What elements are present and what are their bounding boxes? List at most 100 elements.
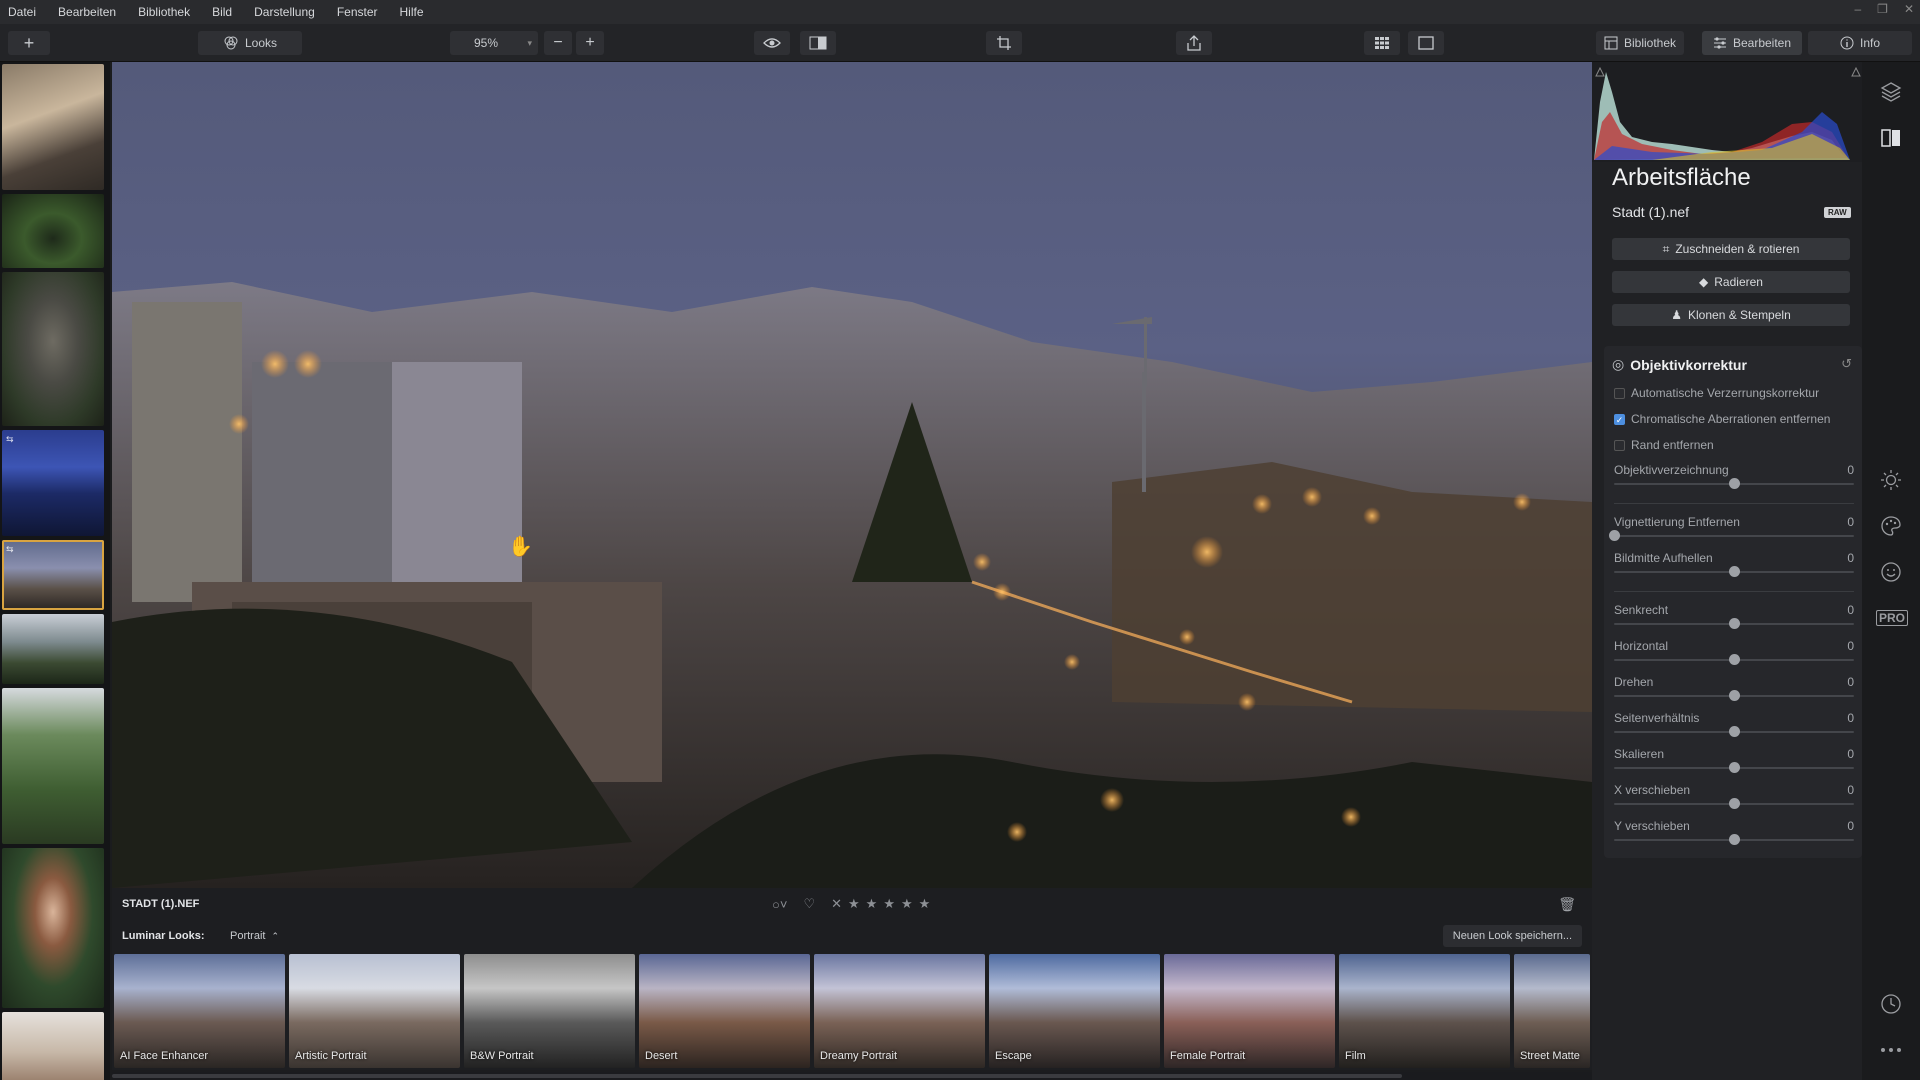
filmstrip-thumb[interactable]: [2, 64, 104, 190]
checkbox-box-checked[interactable]: ✓: [1614, 413, 1625, 425]
filmstrip-thumb[interactable]: [2, 614, 104, 684]
menu-view[interactable]: Darstellung: [254, 5, 315, 19]
slider-lens-distortion[interactable]: Objektivverzeichnung 0: [1614, 463, 1854, 495]
look-thumb[interactable]: B&W Portrait: [464, 954, 635, 1068]
look-thumb[interactable]: Desert: [639, 954, 810, 1068]
histogram: [1592, 62, 1862, 162]
slider-x-offset[interactable]: X verschieben 0: [1614, 783, 1854, 815]
star-icon[interactable]: ★: [901, 896, 913, 912]
erase-button[interactable]: ◆ Radieren: [1612, 271, 1850, 293]
slider-aspect-ratio[interactable]: Seitenverhältnis 0: [1614, 711, 1854, 743]
star-icon[interactable]: ★: [883, 896, 895, 912]
filmstrip[interactable]: ⇆ ⇆: [0, 62, 110, 1080]
filmstrip-thumb[interactable]: [2, 272, 104, 426]
face-portrait-icon[interactable]: [1879, 560, 1903, 584]
reset-icon[interactable]: ↺: [1841, 356, 1852, 372]
palette-creative-icon[interactable]: [1879, 514, 1903, 538]
reject-x-icon[interactable]: ✕: [831, 896, 842, 912]
menu-file[interactable]: Datei: [8, 5, 36, 19]
slider-thumb[interactable]: [1729, 654, 1740, 665]
filmstrip-thumb[interactable]: [2, 688, 104, 844]
minimize-icon[interactable]: –: [1854, 2, 1861, 16]
trash-icon[interactable]: 🗑: [1558, 896, 1576, 913]
slider-thumb[interactable]: [1729, 618, 1740, 629]
scrollbar-thumb[interactable]: [112, 1074, 1402, 1078]
preview-eye-button[interactable]: [754, 31, 790, 55]
restore-icon[interactable]: ❐: [1877, 2, 1888, 16]
looks-category-select[interactable]: Portrait ⌃: [230, 930, 279, 942]
filmstrip-thumb[interactable]: [2, 1012, 104, 1080]
look-thumb[interactable]: AI Face Enhancer: [114, 954, 285, 1068]
checkbox-box[interactable]: [1614, 439, 1625, 451]
slider-scale[interactable]: Skalieren 0: [1614, 747, 1854, 779]
slider-horizontal[interactable]: Horizontal 0: [1614, 639, 1854, 671]
slider-vertical[interactable]: Senkrecht 0: [1614, 603, 1854, 635]
zoom-select[interactable]: 95% ▾: [450, 31, 538, 55]
look-thumb[interactable]: Artistic Portrait: [289, 954, 460, 1068]
checkbox-chromatic-aberration[interactable]: ✓ Chromatische Aberrationen entfernen: [1614, 412, 1830, 426]
clone-stamp-button[interactable]: ♟ Klonen & Stempeln: [1612, 304, 1850, 326]
looks-button[interactable]: Looks: [198, 31, 302, 55]
tab-info[interactable]: Info: [1808, 31, 1912, 55]
star-icon[interactable]: ★: [848, 896, 860, 912]
filmstrip-thumb[interactable]: [2, 848, 104, 1008]
compare-button[interactable]: [800, 31, 836, 55]
checkbox-auto-distortion[interactable]: Automatische Verzerrungskorrektur: [1614, 386, 1819, 400]
layers-icon[interactable]: [1879, 80, 1903, 104]
section-header[interactable]: ◎ Objektivkorrektur: [1612, 356, 1747, 373]
slider-thumb[interactable]: [1729, 478, 1740, 489]
look-thumb[interactable]: Film: [1339, 954, 1510, 1068]
slider-center-brighten[interactable]: Bildmitte Aufhellen 0: [1614, 551, 1854, 583]
slider-vignette-remove[interactable]: Vignettierung Entfernen 0: [1609, 515, 1854, 547]
star-icon[interactable]: ★: [919, 896, 931, 912]
slider-thumb[interactable]: [1729, 834, 1740, 845]
look-thumb[interactable]: Dreamy Portrait: [814, 954, 985, 1068]
crop-button[interactable]: [986, 31, 1022, 55]
menu-window[interactable]: Fenster: [337, 5, 378, 19]
slider-thumb[interactable]: [1729, 690, 1740, 701]
menu-library[interactable]: Bibliothek: [138, 5, 190, 19]
filmstrip-thumb[interactable]: ⇆: [2, 430, 104, 536]
slider-thumb[interactable]: [1729, 762, 1740, 773]
look-thumb[interactable]: Female Portrait: [1164, 954, 1335, 1068]
tab-library-label: Bibliothek: [1623, 36, 1677, 50]
menu-edit[interactable]: Bearbeiten: [58, 5, 116, 19]
slider-track[interactable]: [1614, 535, 1854, 537]
slider-thumb[interactable]: [1729, 798, 1740, 809]
slider-thumb[interactable]: [1609, 530, 1620, 541]
slider-rotate[interactable]: Drehen 0: [1614, 675, 1854, 707]
grid-view-button[interactable]: [1364, 31, 1400, 55]
menu-help[interactable]: Hilfe: [400, 5, 424, 19]
sun-essentials-icon[interactable]: [1879, 468, 1903, 492]
add-images-button[interactable]: +: [8, 31, 50, 55]
looks-scrollbar[interactable]: [112, 1072, 1592, 1080]
crop-rotate-button[interactable]: ⌗ Zuschneiden & rotieren: [1612, 238, 1850, 260]
checkbox-box[interactable]: [1614, 387, 1625, 399]
tab-edit[interactable]: Bearbeiten: [1702, 31, 1802, 55]
look-thumb[interactable]: Street Matte: [1514, 954, 1590, 1068]
image-viewer[interactable]: ✋: [112, 62, 1592, 888]
color-label-icon[interactable]: ○˅: [772, 897, 787, 912]
canvas-tools-icon[interactable]: [1879, 126, 1903, 150]
filmstrip-thumb-selected[interactable]: ⇆: [2, 540, 104, 610]
zoom-in-button[interactable]: +: [576, 31, 604, 55]
checkbox-remove-edge[interactable]: Rand entfernen: [1614, 438, 1714, 452]
look-thumb[interactable]: Escape: [989, 954, 1160, 1068]
zoom-out-button[interactable]: −: [544, 31, 572, 55]
more-options-icon[interactable]: [1879, 1038, 1903, 1062]
looks-strip[interactable]: AI Face Enhancer Artistic Portrait B&W P…: [112, 952, 1592, 1070]
save-new-look-button[interactable]: Neuen Look speichern...: [1442, 925, 1582, 947]
tab-library[interactable]: Bibliothek: [1596, 31, 1684, 55]
close-icon[interactable]: ✕: [1904, 2, 1914, 16]
slider-thumb[interactable]: [1729, 726, 1740, 737]
single-view-button[interactable]: [1408, 31, 1444, 55]
history-clock-icon[interactable]: [1879, 992, 1903, 1016]
pro-tools-icon[interactable]: PRO: [1876, 606, 1909, 630]
slider-y-offset[interactable]: Y verschieben 0: [1614, 819, 1854, 851]
favorite-heart-icon[interactable]: ♡: [803, 896, 815, 912]
filmstrip-thumb[interactable]: [2, 194, 104, 268]
share-button[interactable]: [1176, 31, 1212, 55]
menu-image[interactable]: Bild: [212, 5, 232, 19]
slider-thumb[interactable]: [1729, 566, 1740, 577]
star-icon[interactable]: ★: [866, 896, 878, 912]
